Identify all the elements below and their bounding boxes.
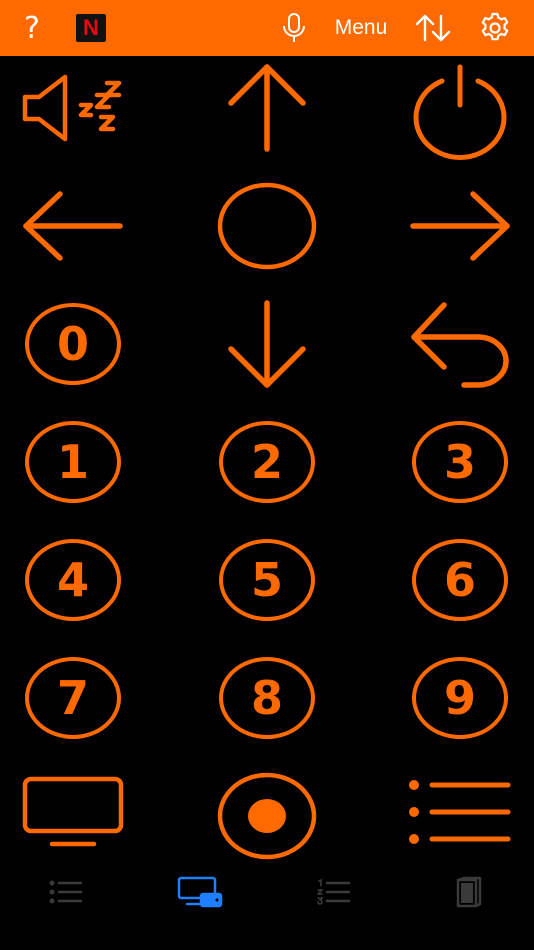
sleep-icon	[22, 74, 122, 142]
list-icon	[409, 780, 511, 844]
power-button[interactable]	[405, 58, 515, 160]
bottom-tab-bar	[0, 864, 534, 920]
digit-label: 1	[56, 435, 89, 489]
right-button[interactable]	[405, 176, 515, 276]
digit-6-button[interactable]: 6	[405, 530, 515, 630]
digit-label: 9	[443, 671, 476, 725]
record-button[interactable]	[212, 766, 322, 866]
return-icon	[411, 302, 509, 388]
top-toolbar: ? N Menu	[0, 0, 534, 56]
digit-7-button[interactable]: 7	[18, 648, 128, 748]
digit-2-button[interactable]: 2	[212, 412, 322, 512]
digit-8-button[interactable]: 8	[212, 648, 322, 748]
settings-button[interactable]	[474, 0, 516, 56]
help-button[interactable]: ?	[14, 0, 50, 56]
numbered-list-icon	[317, 879, 351, 905]
digit-circle: 1	[25, 421, 121, 503]
remote-grid: 0 1 2 3 4 5 6 7 8 9	[0, 56, 534, 870]
list-button[interactable]	[405, 762, 515, 862]
arrow-left-icon	[23, 191, 123, 261]
digit-circle: 6	[412, 539, 508, 621]
tv-icon	[22, 776, 124, 847]
netflix-button[interactable]: N	[76, 14, 106, 42]
digit-label: 7	[56, 671, 89, 725]
left-button[interactable]	[18, 176, 128, 276]
netflix-icon: N	[83, 15, 99, 40]
digit-label: 8	[250, 671, 283, 725]
tab-numbered-list[interactable]	[304, 864, 364, 920]
digit-1-button[interactable]: 1	[18, 412, 128, 512]
digit-label: 4	[56, 553, 89, 607]
devices-icon	[177, 876, 223, 908]
power-icon	[413, 64, 507, 160]
tab-guide[interactable]	[438, 864, 498, 920]
sleep-button[interactable]	[18, 58, 128, 158]
ok-circle-icon	[217, 182, 317, 270]
menu-button[interactable]: Menu	[326, 0, 396, 56]
digit-circle: 5	[219, 539, 315, 621]
list-icon	[49, 880, 83, 904]
digit-4-button[interactable]: 4	[18, 530, 128, 630]
digit-circle: 4	[25, 539, 121, 621]
digit-circle: 8	[219, 657, 315, 739]
digit-label: 3	[443, 435, 476, 489]
digit-circle: 9	[412, 657, 508, 739]
digit-circle: 2	[219, 421, 315, 503]
record-icon	[217, 772, 317, 860]
microphone-icon	[283, 13, 305, 42]
microphone-button[interactable]	[276, 0, 312, 56]
digit-label: 0	[56, 317, 89, 371]
digit-circle: 7	[25, 657, 121, 739]
book-icon	[456, 876, 482, 908]
up-button[interactable]	[212, 58, 322, 158]
menu-label: Menu	[334, 16, 388, 39]
digit-3-button[interactable]: 3	[405, 412, 515, 512]
digit-5-button[interactable]: 5	[212, 530, 322, 630]
digit-circle: 3	[412, 421, 508, 503]
digit-label: 6	[443, 553, 476, 607]
digit-9-button[interactable]: 9	[405, 648, 515, 748]
arrow-right-icon	[410, 191, 510, 261]
digit-label: 2	[250, 435, 283, 489]
tv-button[interactable]	[18, 762, 128, 862]
gear-icon	[481, 12, 509, 41]
sort-icon	[415, 14, 451, 42]
arrow-down-icon	[228, 300, 306, 388]
digit-label: 5	[250, 553, 283, 607]
arrow-up-icon	[228, 64, 306, 152]
down-button[interactable]	[212, 294, 322, 394]
ok-button[interactable]	[212, 176, 322, 276]
help-icon: ?	[24, 10, 40, 46]
back-button[interactable]	[405, 294, 515, 394]
tab-channels[interactable]	[36, 864, 96, 920]
digit-circle: 0	[25, 303, 121, 385]
tab-remote[interactable]	[170, 864, 230, 920]
sort-button[interactable]	[412, 0, 454, 56]
digit-0-button[interactable]: 0	[18, 294, 128, 394]
